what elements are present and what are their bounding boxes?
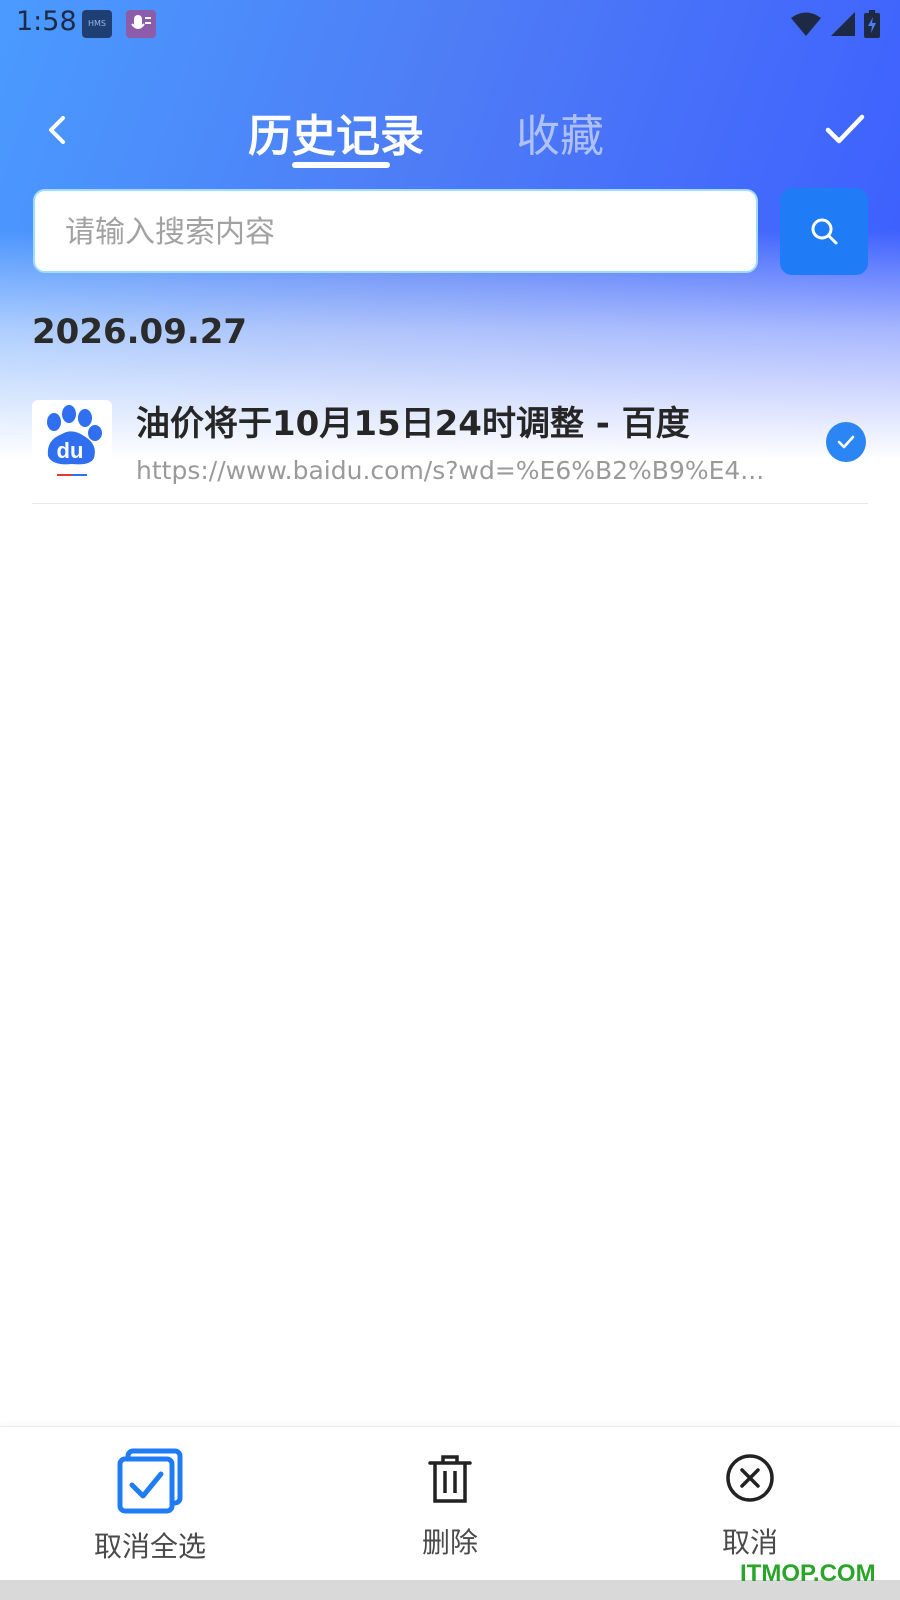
bottom-action-bar: 取消全选 删除 取消 bbox=[0, 1426, 900, 1581]
status-time: 1:58 bbox=[16, 6, 77, 37]
battery-charging-icon bbox=[864, 10, 880, 38]
search-input[interactable] bbox=[63, 191, 727, 273]
search-icon bbox=[811, 218, 838, 245]
search-button[interactable] bbox=[780, 188, 868, 275]
history-list-item[interactable]: du 油价将于10月15日24时调整 - 百度 https://www.baid… bbox=[32, 396, 868, 504]
tab-favorites[interactable]: 收藏 bbox=[516, 100, 604, 164]
checkmark-icon bbox=[825, 114, 865, 144]
chevron-left-icon bbox=[49, 116, 65, 144]
history-item-url: https://www.baidu.com/s?wd=%E6%B2%B9%E4.… bbox=[136, 456, 765, 485]
favicon-text: du bbox=[57, 438, 84, 463]
close-circle-icon bbox=[726, 1454, 774, 1502]
item-selected-checkbox[interactable] bbox=[826, 422, 866, 462]
voice-assistant-icon bbox=[126, 10, 156, 38]
status-bar: 1:58 HMS bbox=[0, 0, 900, 48]
search-box bbox=[33, 189, 758, 273]
signal-icon bbox=[831, 12, 855, 36]
check-icon bbox=[837, 435, 855, 449]
select-all-checkbox-icon bbox=[117, 1448, 183, 1514]
watermark: ITMOP.COM bbox=[740, 1560, 876, 1587]
history-item-title: 油价将于10月15日24时调整 - 百度 bbox=[136, 404, 690, 444]
deselect-all-button[interactable]: 取消全选 bbox=[40, 1427, 260, 1581]
delete-button[interactable]: 删除 bbox=[340, 1427, 560, 1581]
back-button[interactable] bbox=[36, 108, 80, 152]
cancel-label: 取消 bbox=[721, 1526, 778, 1559]
wifi-icon bbox=[791, 12, 821, 36]
deselect-all-label: 取消全选 bbox=[93, 1530, 206, 1563]
tab-active-indicator bbox=[292, 162, 390, 168]
tab-history[interactable]: 历史记录 bbox=[248, 100, 424, 164]
delete-label: 删除 bbox=[421, 1526, 478, 1559]
trash-icon bbox=[428, 1455, 472, 1503]
confirm-button[interactable] bbox=[820, 106, 870, 152]
baidu-logo-icon: du bbox=[32, 400, 112, 480]
status-indicators bbox=[790, 10, 880, 38]
date-group-header: 2026.09.27 bbox=[32, 312, 248, 352]
cancel-button[interactable]: 取消 bbox=[640, 1427, 860, 1581]
hms-icon: HMS bbox=[82, 10, 112, 38]
